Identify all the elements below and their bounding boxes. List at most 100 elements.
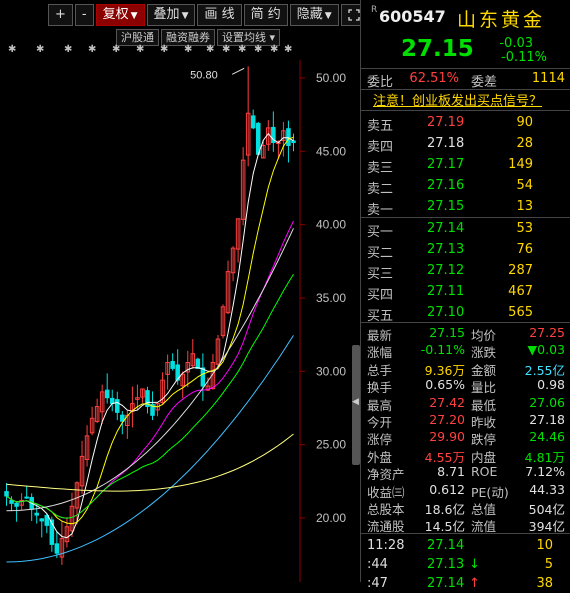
tick-price: 27.14 [427, 576, 465, 591]
ask-row[interactable]: 卖一 27.15 13 [361, 197, 570, 218]
ask-row[interactable]: 卖二 27.16 54 [361, 176, 570, 197]
hide-label: 隐藏 [296, 7, 323, 22]
stat-value: 0.98 [537, 377, 565, 393]
ask-level-label: 卖三 [367, 161, 394, 176]
last-price: 27.15 [401, 36, 474, 62]
overlay-button[interactable]: 叠加 ▼ [146, 4, 196, 26]
event-marker-icon[interactable]: ✱ [88, 44, 96, 55]
event-marker-icon[interactable]: ✱ [184, 44, 192, 55]
y-tick-label: 30.00 [316, 364, 346, 378]
signal-notice-link[interactable]: 注意！创业板发出买点信号？ [373, 90, 542, 109]
stock-header: R 600547 山东黄金 27.15 -0.03 -0.11% [361, 0, 570, 68]
ask-level-label: 卖一 [367, 203, 394, 218]
stat-value: 44.33 [529, 481, 565, 497]
quote-panel: R 600547 山东黄金 27.15 -0.03 -0.11% 委比 62.5… [360, 0, 570, 591]
event-marker-icon[interactable]: ✱ [64, 44, 72, 55]
candle-body [54, 543, 60, 554]
stat-row: 最新 27.15 均价 27.25 [361, 324, 570, 343]
tick-time: :47 [367, 576, 388, 591]
stat-value: ▼0.03 [527, 342, 565, 358]
expand-icon [348, 8, 360, 21]
stat-row: 涨停 29.90 跌停 24.46 [361, 428, 570, 447]
bid-row[interactable]: 买五 27.10 565 [361, 303, 570, 324]
ask-level-label: 卖二 [367, 182, 394, 197]
bid-level-label: 买四 [367, 288, 394, 303]
stat-row: 外盘 4.55万 内盘 4.81万 [361, 446, 570, 465]
ask-volume: 149 [508, 157, 533, 172]
weibi-label: 委比 [367, 75, 394, 90]
stat-value: 7.12% [525, 464, 565, 480]
tick-volume: 38 [536, 576, 553, 591]
event-marker-icon[interactable]: ✱ [254, 44, 262, 55]
overlay-label: 叠加 [153, 7, 180, 22]
ask-row[interactable]: 卖四 27.18 28 [361, 134, 570, 155]
bid-volume: 565 [508, 305, 533, 320]
pane-resize-handle[interactable]: ◀ [352, 345, 360, 465]
stat-row: 收益㈢ 0.612 PE(动) 44.33 [361, 481, 570, 500]
tick-direction-icon: ↓ [469, 557, 480, 572]
candle-body [34, 512, 39, 516]
tick-volume: 10 [536, 538, 553, 553]
kline-chart[interactable]: 50.00 45.00 40.00 35.00 30.00 25.00 20.00 50.80 [0, 0, 356, 582]
event-marker-icon[interactable]: ✱ [206, 44, 214, 55]
bid-level-label: 买一 [367, 225, 394, 240]
zoom-out-button[interactable]: - [74, 4, 94, 26]
stock-code: 600547 [379, 7, 446, 26]
event-marker-icon[interactable]: ✱ [160, 44, 168, 55]
candle-body [115, 399, 120, 413]
ma-settings-label: 设置均线 [222, 31, 266, 44]
bid-volume: 467 [508, 284, 533, 299]
stat-row: 总手 9.36万 金额 2.55亿 [361, 359, 570, 378]
bid-row[interactable]: 买四 27.11 467 [361, 282, 570, 303]
ask-volume: 90 [516, 115, 533, 130]
tick-price: 27.13 [427, 557, 465, 572]
hide-button[interactable]: 隐藏 ▼ [289, 4, 339, 26]
bid-price: 27.11 [427, 284, 465, 299]
ma5-line [6, 132, 294, 539]
y-tick-label: 45.00 [316, 144, 346, 158]
candle-body [170, 361, 175, 369]
bid-volume: 53 [516, 221, 533, 236]
event-marker-icon[interactable]: ✱ [136, 44, 144, 55]
stat-value: -0.11% [420, 342, 465, 358]
tick-row: :44 27.13 ↓ 5 [361, 555, 570, 574]
bid-row[interactable]: 买二 27.13 76 [361, 240, 570, 261]
ask-row[interactable]: 卖三 27.17 149 [361, 155, 570, 176]
event-marker-icon[interactable]: ✱ [8, 44, 16, 55]
event-marker-icon[interactable]: ✱ [270, 44, 278, 55]
kline-chart-pane[interactable]: 50.00 45.00 40.00 35.00 30.00 25.00 20.00 50.80… [0, 0, 367, 582]
event-marker-icon[interactable]: ✱ [284, 44, 292, 55]
candle-body [104, 389, 110, 399]
stat-row: 今开 27.20 昨收 27.18 [361, 411, 570, 430]
candle-body [286, 128, 291, 146]
zoom-in-button[interactable]: + [48, 4, 73, 26]
change-amount: -0.03 [499, 36, 533, 51]
fuquan-button[interactable]: 复权 ▼ [95, 4, 145, 26]
y-tick-label: 35.00 [316, 291, 346, 305]
bid-row[interactable]: 买一 27.14 53 [361, 219, 570, 240]
simple-mode-button[interactable]: 简 约 [243, 4, 288, 26]
ask-row[interactable]: 卖五 27.19 90 [361, 113, 570, 134]
tick-row: :47 27.14 ↑ 38 [361, 574, 570, 593]
candle-body [39, 518, 45, 522]
ask-price: 27.17 [427, 157, 465, 172]
stat-value: 27.20 [429, 412, 465, 427]
weicha-value: 1114 [531, 71, 565, 86]
change-percent: -0.11% [501, 50, 547, 65]
candle-body [291, 140, 296, 144]
y-tick-label: 50.00 [316, 71, 346, 85]
ask-volume: 13 [516, 199, 533, 214]
tick-time: 11:28 [367, 538, 405, 553]
bid-row[interactable]: 买三 27.12 287 [361, 261, 570, 282]
ask-level-label: 卖五 [367, 119, 394, 134]
event-marker-icon[interactable]: ✱ [222, 44, 230, 55]
stat-value: 27.25 [529, 325, 565, 340]
event-marker-icon[interactable]: ✱ [238, 44, 246, 55]
bid-volume: 76 [516, 242, 533, 257]
stat-row: 流通股 14.5亿 流值 394亿 [361, 515, 570, 534]
event-marker-icon[interactable]: ✱ [36, 44, 44, 55]
y-tick-label: 40.00 [316, 218, 346, 232]
candle-body [14, 502, 19, 507]
event-marker-icon[interactable]: ✱ [112, 44, 120, 55]
draw-line-button[interactable]: 画 线 [197, 4, 242, 26]
